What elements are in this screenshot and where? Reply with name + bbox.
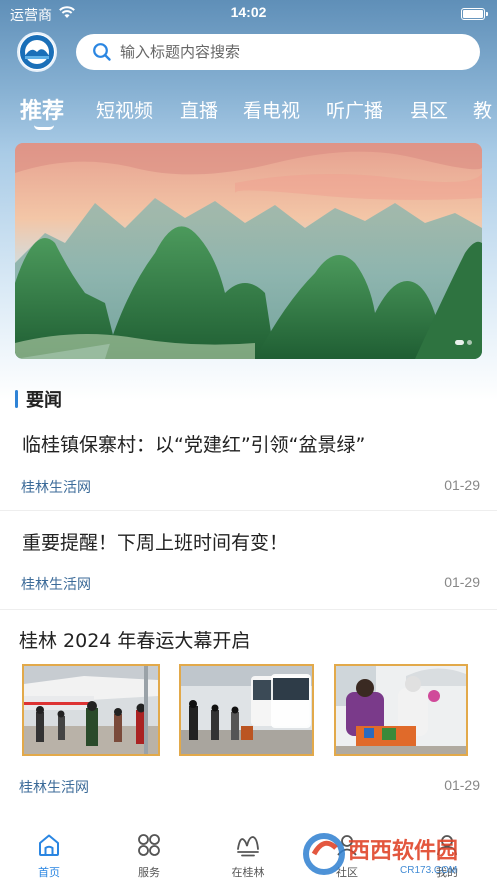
section-header: 要闻 — [15, 388, 62, 411]
tab-short-video[interactable]: 短视频 — [96, 96, 153, 123]
divider — [0, 510, 497, 511]
nav-in-guilin-label: 在桂林 — [231, 866, 265, 879]
news-title[interactable]: 桂林 2024 年春运大幕开启 — [19, 626, 250, 653]
news-date: 01-29 — [444, 777, 480, 793]
grid-icon — [138, 834, 160, 856]
nav-in-guilin[interactable]: 在桂林 — [218, 832, 278, 880]
watermark-text: 西西软件园 — [348, 838, 458, 864]
photo-train-platform — [24, 666, 158, 754]
news-thumbnail[interactable] — [22, 664, 160, 756]
news-source: 桂林生活网 — [21, 577, 91, 593]
tab-live[interactable]: 直播 — [180, 96, 218, 123]
status-bar: 运营商 14:02 — [0, 0, 497, 26]
tab-tv[interactable]: 看电视 — [243, 96, 300, 123]
news-date: 01-29 — [444, 477, 480, 493]
photo-volunteers — [336, 666, 466, 754]
banner-image — [15, 143, 482, 359]
tab-active-indicator — [34, 125, 54, 130]
news-thumbnail[interactable] — [179, 664, 314, 756]
nav-home-label: 首页 — [38, 866, 60, 879]
divider — [0, 609, 497, 610]
tab-education[interactable]: 教 — [473, 96, 492, 123]
logo-icon — [20, 35, 54, 69]
search-bar[interactable] — [76, 34, 480, 70]
status-time: 14:02 — [230, 4, 267, 20]
section-accent-bar — [15, 390, 18, 408]
carousel-dot-active — [455, 340, 464, 345]
search-input[interactable] — [120, 43, 460, 61]
banner-carousel[interactable] — [15, 143, 482, 359]
news-source: 桂林生活网 — [21, 480, 91, 496]
news-title[interactable]: 临桂镇保寨村：以“党建红”引领“盆景绿” — [22, 430, 365, 457]
news-source: 桂林生活网 — [19, 780, 89, 796]
tab-radio[interactable]: 听广播 — [326, 96, 383, 123]
nav-service-label: 服务 — [138, 866, 160, 879]
tab-county[interactable]: 县区 — [410, 96, 448, 123]
section-title: 要闻 — [26, 390, 62, 411]
carousel-dot — [467, 340, 472, 345]
nav-service[interactable]: 服务 — [119, 832, 179, 880]
nav-home[interactable]: 首页 — [19, 832, 79, 880]
search-icon — [93, 43, 111, 61]
battery-icon — [461, 8, 488, 20]
watermark-sub: CR173.COM — [400, 865, 457, 876]
news-thumbnail[interactable] — [334, 664, 468, 756]
carousel-indicator — [455, 340, 472, 345]
app-logo[interactable] — [17, 32, 57, 72]
photo-bus-station — [181, 666, 312, 754]
mountain-icon — [237, 836, 259, 857]
watermark: 西西软件园 CR173.COM — [300, 830, 480, 878]
watermark-logo: 西西软件园 CR173.COM — [303, 833, 458, 876]
home-icon — [39, 834, 59, 856]
channel-tabs: 推荐 短视频 直播 看电视 听广播 县区 教 — [0, 92, 497, 132]
news-title[interactable]: 重要提醒！下周上班时间有变！ — [22, 528, 288, 555]
tab-recommend[interactable]: 推荐 — [20, 93, 64, 125]
news-date: 01-29 — [444, 574, 480, 590]
